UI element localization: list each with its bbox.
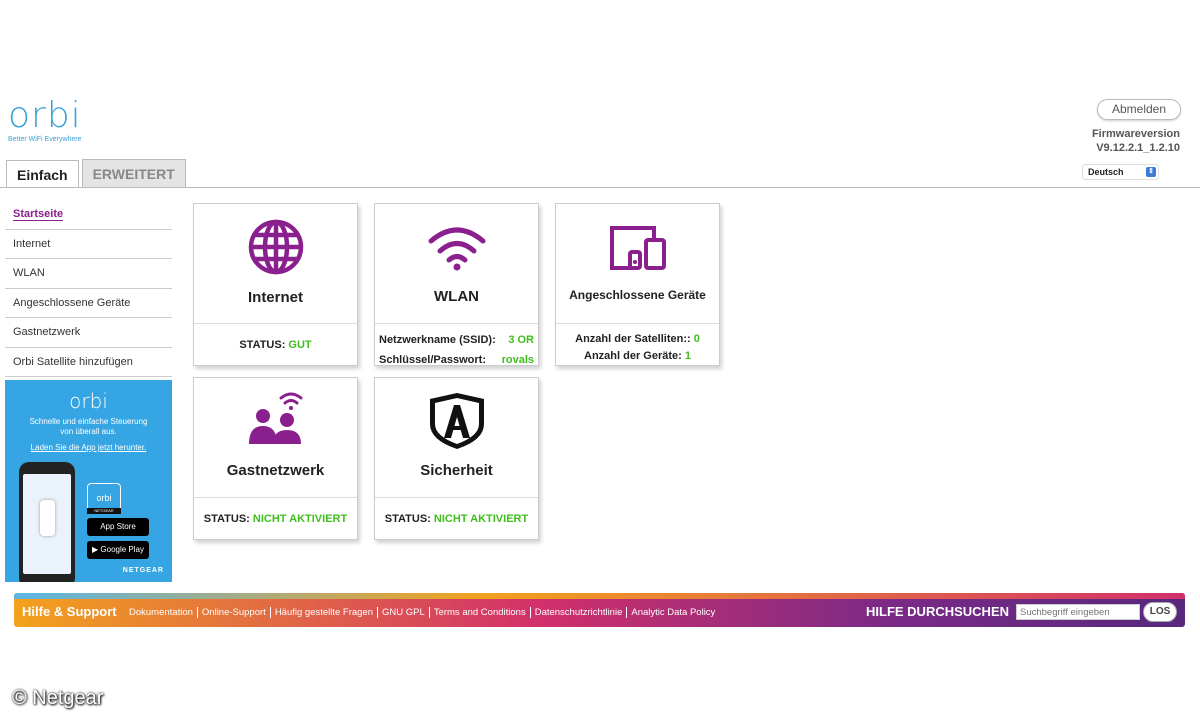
card-wlan[interactable]: WLAN Netzwerkname (SSID): 3 OR Schlüssel… <box>374 203 539 366</box>
globe-icon <box>248 219 303 275</box>
link-terms[interactable]: Terms and Conditions <box>430 607 531 618</box>
google-play-button[interactable]: ▶ Google Play <box>87 541 149 559</box>
card-guest-status: STATUS: NICHT AKTIVIERT <box>194 498 357 525</box>
card-devices-top: Angeschlossene Geräte <box>556 204 719 324</box>
card-internet-title: Internet <box>247 289 303 306</box>
status-label: STATUS: <box>203 513 250 525</box>
card-guest[interactable]: Gastnetzwerk STATUS: NICHT AKTIVIERT <box>193 377 358 540</box>
help-bar-accent <box>14 593 1185 599</box>
link-gnu-gpl[interactable]: GNU GPL <box>378 607 430 618</box>
password-row: Schlüssel/Passwort: rovals <box>379 350 534 370</box>
card-security-status: STATUS: NICHT AKTIVIERT <box>375 498 538 525</box>
wifi-icon <box>428 227 485 271</box>
status-value: GUT <box>288 339 312 351</box>
card-internet-status: STATUS: GUT <box>194 324 357 351</box>
language-value: Deutsch <box>1088 167 1124 177</box>
status-label: STATUS: <box>384 513 431 525</box>
satellites-value: 0 <box>693 333 700 345</box>
link-analytic-policy[interactable]: Analytic Data Policy <box>627 607 719 618</box>
sidebar-item-add-satellite[interactable]: Orbi Satellite hinzufügen <box>5 348 172 377</box>
app-store-button[interactable]: App Store <box>87 518 149 536</box>
copyright-watermark: © Netgear <box>12 687 104 709</box>
devices-count-row: Anzahl der Geräte: 1 <box>556 348 719 365</box>
app-store-label: App Store <box>100 522 136 531</box>
satellites-row: Anzahl der Satelliten:: 0 <box>556 331 719 348</box>
help-search-title: HILFE DURCHSUCHEN <box>866 604 1009 619</box>
password-label: Schlüssel/Passwort: <box>379 354 486 366</box>
netgear-mini-label: NETGEAR <box>87 508 121 514</box>
sidebar-item-label: Startseite <box>13 208 64 221</box>
status-value: NICHT AKTIVIERT <box>252 513 348 525</box>
promo-netgear-brand: NETGEAR <box>122 567 164 574</box>
select-arrows-icon: ⇕ <box>1146 167 1156 177</box>
promo-text-1: Schnelle und einfache Steuerung <box>29 417 148 426</box>
card-security[interactable]: Sicherheit STATUS: NICHT AKTIVIERT <box>374 377 539 540</box>
sidebar-nav: Startseite Internet WLAN Angeschlossene … <box>5 200 172 377</box>
phone-screen <box>23 474 71 574</box>
link-dokumentation[interactable]: Dokumentation <box>129 607 198 618</box>
help-search-button[interactable]: LOS <box>1143 602 1177 622</box>
tab-einfach[interactable]: Einfach <box>6 160 79 188</box>
card-devices[interactable]: Angeschlossene Geräte Anzahl der Satelli… <box>555 203 720 366</box>
promo-text-2: von überall aus. <box>60 427 117 436</box>
satellites-label: Anzahl der Satelliten:: <box>575 333 691 345</box>
link-privacy[interactable]: Datenschutzrichtlinie <box>531 607 628 618</box>
play-icon: ▶ <box>92 545 99 554</box>
card-guest-title: Gastnetzwerk <box>226 462 325 479</box>
app-promo-banner: orbi Schnelle und einfache Steuerung von… <box>5 380 172 582</box>
orbi-device-image <box>40 500 55 536</box>
logo-tagline: Better WiFi Everywhere <box>8 136 82 143</box>
card-internet-top: Internet <box>194 204 357 324</box>
status-label: STATUS: <box>239 339 286 351</box>
card-security-title: Sicherheit <box>420 462 493 479</box>
logo-text: orbi <box>8 95 82 136</box>
tab-erweitert[interactable]: ERWEITERT <box>81 159 186 187</box>
devices-count-value: 1 <box>684 350 691 362</box>
phone-image <box>19 462 75 582</box>
firmware-info: Firmwareversion V9.12.2.1_1.2.10 <box>1092 127 1180 155</box>
card-devices-title: Angeschlossene Geräte <box>569 288 706 302</box>
ssid-label: Netzwerkname (SSID): <box>379 334 496 346</box>
ssid-row: Netzwerkname (SSID): 3 OR <box>379 330 534 350</box>
google-play-label: Google Play <box>100 545 144 554</box>
help-links: Dokumentation Online-Support Häufig gest… <box>129 607 719 618</box>
devices-icon <box>609 226 666 270</box>
armor-shield-icon <box>429 393 484 449</box>
orbi-logo: orbi Better WiFi Everywhere <box>8 95 82 144</box>
link-faq[interactable]: Häufig gestellte Fragen <box>271 607 379 618</box>
sidebar-item-guest[interactable]: Gastnetzwerk <box>5 318 172 348</box>
card-wlan-title: WLAN <box>434 288 479 305</box>
status-value: NICHT AKTIVIERT <box>433 513 529 525</box>
firmware-label: Firmwareversion <box>1091 128 1180 140</box>
tab-divider <box>0 187 1200 188</box>
promo-logo: orbi <box>69 389 108 413</box>
card-security-top: Sicherheit <box>375 378 538 498</box>
language-select[interactable]: Deutsch ⇕ <box>1082 164 1159 180</box>
sidebar-item-startseite[interactable]: Startseite <box>5 200 172 230</box>
promo-download-link[interactable]: Laden Sie die App jetzt herunter. <box>5 443 172 452</box>
password-value: rovals <box>501 354 534 366</box>
link-online-support[interactable]: Online-Support <box>198 607 271 618</box>
sidebar-item-internet[interactable]: Internet <box>5 230 172 259</box>
guest-network-icon <box>248 392 302 444</box>
card-guest-top: Gastnetzwerk <box>194 378 357 498</box>
card-wlan-top: WLAN <box>375 204 538 324</box>
mode-tabs: Einfach ERWEITERT <box>6 159 186 188</box>
help-search-input[interactable] <box>1016 604 1140 620</box>
sidebar-item-wlan[interactable]: WLAN <box>5 259 172 289</box>
logout-button[interactable]: Abmelden <box>1097 99 1181 120</box>
sidebar-item-devices[interactable]: Angeschlossene Geräte <box>5 289 172 318</box>
help-support-title: Hilfe & Support <box>22 604 117 619</box>
firmware-value: V9.12.2.1_1.2.10 <box>1096 142 1180 154</box>
devices-count-label: Anzahl der Geräte: <box>584 350 682 362</box>
ssid-value: 3 OR <box>508 334 534 346</box>
card-internet[interactable]: Internet STATUS: GUT <box>193 203 358 366</box>
card-devices-info: Anzahl der Satelliten:: 0 Anzahl der Ger… <box>556 324 719 365</box>
card-wlan-info: Netzwerkname (SSID): 3 OR Schlüssel/Pass… <box>375 324 538 370</box>
